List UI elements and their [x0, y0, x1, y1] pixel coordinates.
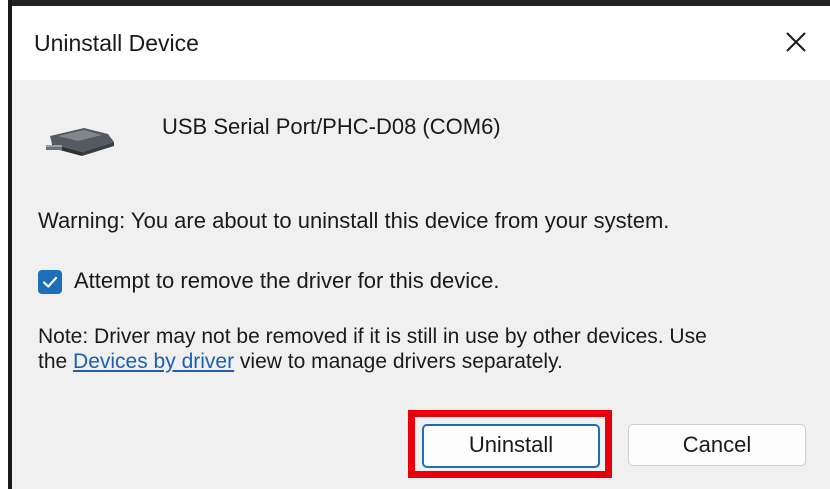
device-name: USB Serial Port/PHC-D08 (COM6) [162, 114, 501, 139]
warning-text: Warning: You are about to uninstall this… [38, 208, 670, 233]
dialog-title: Uninstall Device [34, 30, 199, 56]
usb-serial-device-icon [46, 128, 114, 156]
note-suffix: view to manage drivers separately. [234, 350, 563, 373]
close-button[interactable] [770, 16, 822, 68]
screenshot-frame: Uninstall Device USB Serial Port/PHC-D08… [0, 0, 830, 489]
close-icon [786, 32, 806, 52]
remove-driver-label: Attempt to remove the driver for this de… [74, 268, 500, 293]
note-text: Note: Driver may not be removed if it is… [38, 324, 738, 374]
title-bar: Uninstall Device [12, 6, 830, 80]
uninstall-device-dialog: Uninstall Device USB Serial Port/PHC-D08… [12, 6, 830, 489]
remove-driver-checkbox[interactable] [38, 270, 62, 294]
uninstall-button[interactable]: Uninstall [422, 424, 600, 468]
devices-by-driver-link[interactable]: Devices by driver [73, 350, 234, 373]
cancel-button[interactable]: Cancel [628, 424, 806, 466]
checkmark-icon [42, 276, 58, 288]
